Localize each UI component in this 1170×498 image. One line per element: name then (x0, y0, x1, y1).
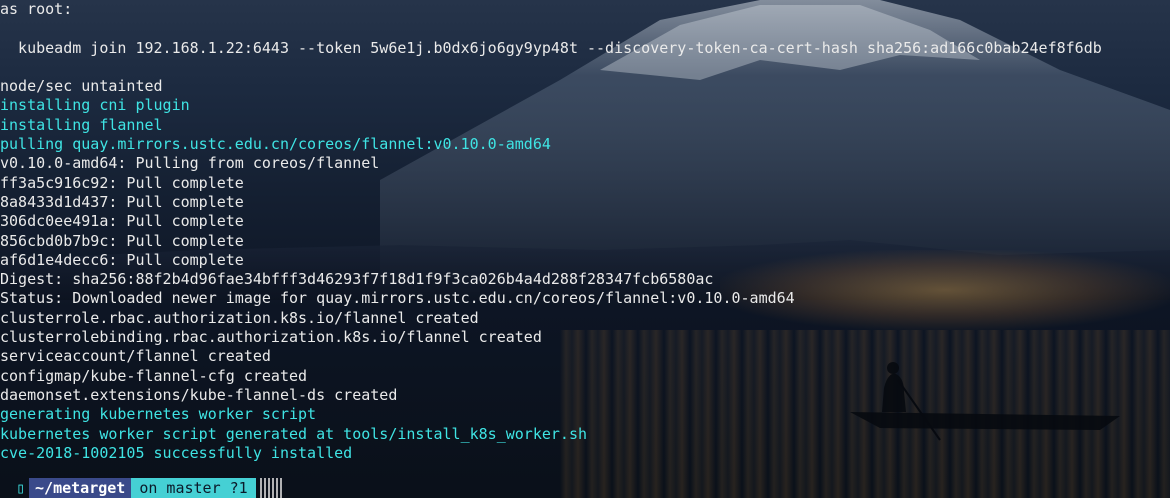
text-cursor (259, 478, 282, 498)
terminal-line: cve-2018-1002105 successfully installed (0, 443, 353, 462)
shell-prompt[interactable]: ▯ ~/metarget on master ?1 (0, 478, 282, 498)
terminal-line: kubernetes worker script generated at to… (0, 424, 587, 443)
terminal-line: serviceaccount/flannel created (0, 347, 271, 366)
terminal-line: as root: (0, 0, 73, 18)
terminal-line: kubeadm join 192.168.1.22:6443 --token 5… (0, 38, 1102, 57)
terminal-line: installing flannel (0, 115, 163, 134)
terminal-line: clusterrole.rbac.authorization.k8s.io/fl… (0, 308, 479, 327)
prompt-path: ~/metarget (29, 478, 132, 498)
terminal-line: pulling quay.mirrors.ustc.edu.cn/coreos/… (0, 135, 551, 154)
terminal-line: Status: Downloaded newer image for quay.… (0, 289, 795, 308)
terminal-line: v0.10.0-amd64: Pulling from coreos/flann… (0, 154, 380, 173)
terminal-line: 8a8433d1d437: Pull complete (0, 192, 244, 211)
terminal-line: clusterrolebinding.rbac.authorization.k8… (0, 328, 542, 347)
terminal-line: 856cbd0b7b9c: Pull complete (0, 231, 244, 250)
terminal-line: generating kubernetes worker script (0, 405, 317, 424)
terminal-line: node/sec untainted (0, 77, 163, 96)
terminal-output: as root: kubeadm join 192.168.1.22:6443 … (0, 0, 1102, 463)
terminal-line: configmap/kube-flannel-cfg created (0, 366, 308, 385)
terminal-line: daemonset.extensions/kube-flannel-ds cre… (0, 385, 398, 404)
terminal-line: 306dc0ee491a: Pull complete (0, 212, 244, 231)
prompt-folder-icon: ▯ (16, 479, 26, 497)
terminal-window[interactable]: as root: kubeadm join 192.168.1.22:6443 … (0, 0, 1170, 498)
terminal-line: ff3a5c916c92: Pull complete (0, 173, 244, 192)
prompt-git-status: on master ?1 (131, 478, 256, 498)
terminal-line: Digest: sha256:88f2b4d96fae34bfff3d46293… (0, 270, 714, 289)
terminal-line: installing cni plugin (0, 96, 190, 115)
terminal-line: af6d1e4decc6: Pull complete (0, 250, 244, 269)
